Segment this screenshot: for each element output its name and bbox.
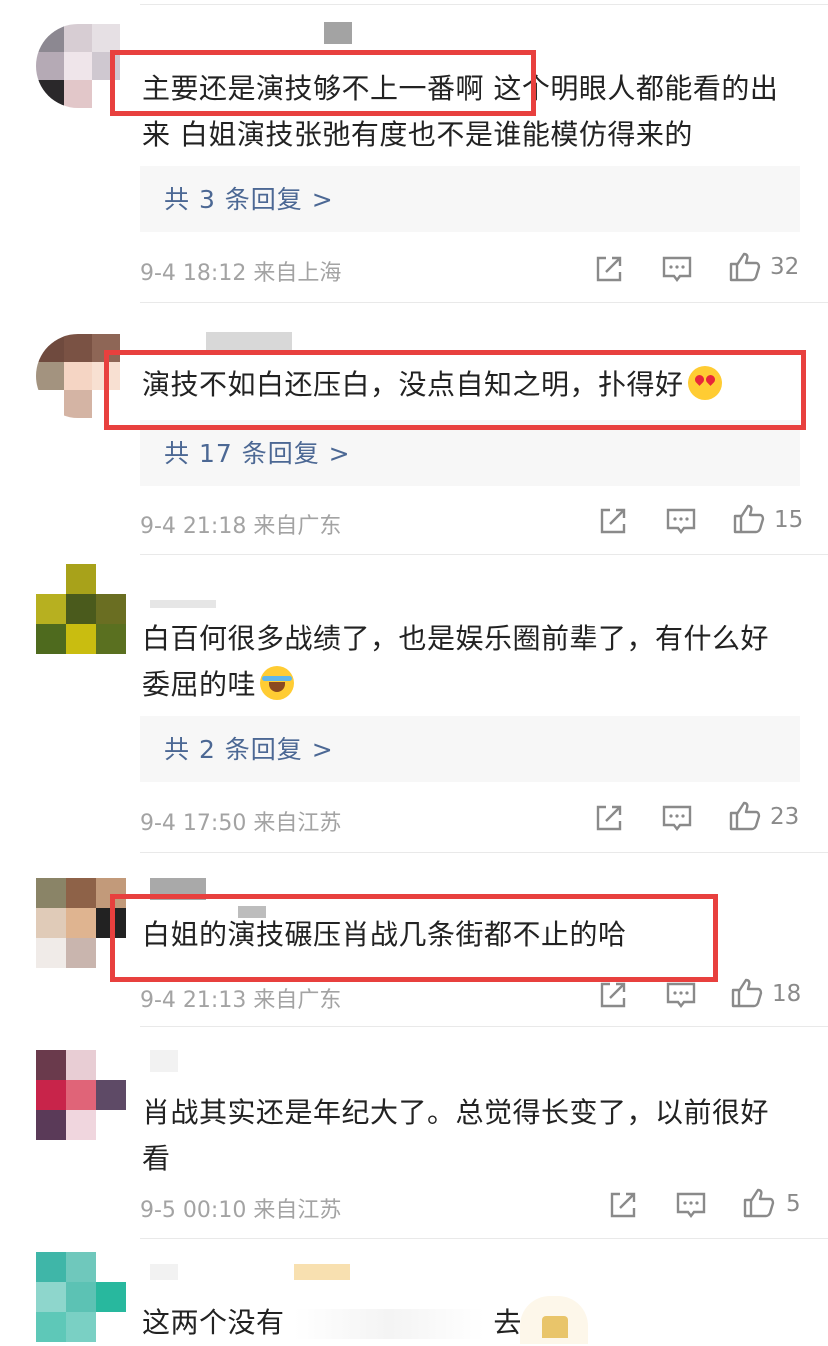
avatar[interactable] xyxy=(36,334,120,418)
timestamp: 9-5 00:10 xyxy=(140,1198,247,1223)
comment-text: 演技不如白还压白，没点自知之明，扑得好 xyxy=(142,362,792,408)
comment-icon[interactable] xyxy=(674,1188,708,1222)
timestamp: 9-4 21:18 xyxy=(140,514,247,539)
like-count: 5 xyxy=(786,1191,801,1217)
view-replies-link[interactable]: 共 3 条回复 > xyxy=(164,180,334,216)
like-count: 32 xyxy=(770,254,800,280)
avatar[interactable] xyxy=(36,1252,126,1344)
comment-meta: 9-4 21:18 来自广东 xyxy=(140,508,341,540)
location: 来自江苏 xyxy=(253,811,342,836)
comment-icon[interactable] xyxy=(660,801,694,835)
location: 来自上海 xyxy=(253,261,342,286)
username-blurred[interactable] xyxy=(150,1264,178,1280)
timestamp: 9-4 17:50 xyxy=(140,811,247,836)
share-icon[interactable] xyxy=(596,504,630,538)
heart-eyes-emoji xyxy=(687,366,722,400)
divider xyxy=(140,1238,828,1239)
comment-meta: 9-4 18:12 来自上海 xyxy=(140,255,341,287)
view-replies-link[interactable]: 共 17 条回复 > xyxy=(164,434,351,470)
username-blurred[interactable] xyxy=(206,332,292,354)
comment-text: 主要还是演技够不上一番啊 这个明眼人都能看的出来 白姐演技张弛有度也不是谁能模仿… xyxy=(142,72,779,151)
reply-box[interactable]: 共 17 条回复 > xyxy=(140,420,800,486)
comment-icon[interactable] xyxy=(660,252,694,286)
like-count: 18 xyxy=(772,981,802,1007)
username-blurred[interactable] xyxy=(294,1264,350,1280)
location: 来自广东 xyxy=(253,988,342,1013)
like-count: 15 xyxy=(774,507,804,533)
floating-badge-icon[interactable] xyxy=(520,1296,588,1344)
comment-text: 白姐的演技碾压肖战几条街都不止的哈 xyxy=(142,918,627,951)
reply-box[interactable]: 共 2 条回复 > xyxy=(140,716,800,782)
share-icon[interactable] xyxy=(596,978,630,1012)
divider xyxy=(140,302,828,303)
location: 来自江苏 xyxy=(253,1198,342,1223)
comment-text: 肖战其实还是年纪大了。总觉得长变了，以前很好看 xyxy=(142,1096,770,1175)
divider xyxy=(140,1026,828,1027)
username-blurred[interactable] xyxy=(150,1050,178,1072)
comment-icon[interactable] xyxy=(664,504,698,538)
avatar[interactable] xyxy=(36,878,126,968)
avatar[interactable] xyxy=(36,1050,126,1140)
location: 来自广东 xyxy=(253,514,342,539)
thumbs-up-icon[interactable] xyxy=(730,976,764,1010)
username-blurred[interactable] xyxy=(150,600,216,608)
username-blurred[interactable] xyxy=(324,22,352,44)
share-icon[interactable] xyxy=(592,801,626,835)
avatar[interactable] xyxy=(36,24,120,108)
divider xyxy=(140,4,828,5)
thumbs-up-icon[interactable] xyxy=(742,1186,776,1220)
like-count: 23 xyxy=(770,804,800,830)
view-replies-link[interactable]: 共 2 条回复 > xyxy=(164,730,334,766)
comment-text: 白百何很多战绩了，也是娱乐圈前辈了，有什么好委屈的哇 xyxy=(142,622,770,701)
comment-icon[interactable] xyxy=(664,978,698,1012)
comment-meta: 9-4 17:50 来自江苏 xyxy=(140,805,341,837)
timestamp: 9-4 21:13 xyxy=(140,988,247,1013)
timestamp: 9-4 18:12 xyxy=(140,261,247,286)
comment-meta: 9-5 00:10 来自江苏 xyxy=(140,1192,341,1224)
reply-box[interactable]: 共 3 条回复 > xyxy=(140,166,800,232)
thumbs-up-icon[interactable] xyxy=(728,799,762,833)
comment-text: 这两个没有 去 xyxy=(142,1306,522,1339)
thumbs-up-icon[interactable] xyxy=(728,250,762,284)
divider xyxy=(140,554,828,555)
crying-laughing-emoji xyxy=(260,666,295,700)
avatar[interactable] xyxy=(36,564,126,654)
text-obscured xyxy=(293,1309,484,1339)
divider xyxy=(140,852,828,853)
share-icon[interactable] xyxy=(606,1188,640,1222)
share-icon[interactable] xyxy=(592,252,626,286)
comment-meta: 9-4 21:13 来自广东 xyxy=(140,982,341,1014)
username-blurred[interactable] xyxy=(150,878,206,900)
thumbs-up-icon[interactable] xyxy=(732,502,766,536)
